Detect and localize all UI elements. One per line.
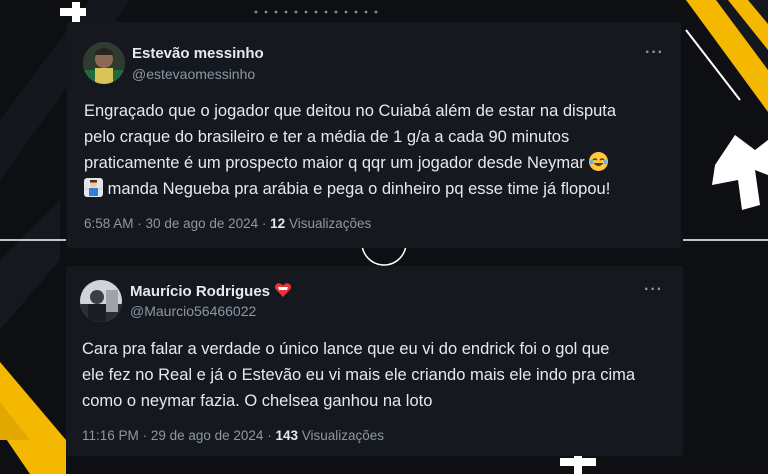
tweet-card[interactable]: Estevão messinho @estevaomessinho ··· En… (67, 22, 681, 248)
tweet-time[interactable]: 11:16 PM (82, 428, 139, 443)
avatar[interactable] (80, 280, 122, 322)
author-handle[interactable]: @Maurcio56466022 (130, 303, 256, 319)
laughing-tears-emoji (589, 152, 609, 171)
views-label: Visualizações (301, 428, 385, 443)
tweet-text: Cara pra falar a verdade o único lance q… (82, 336, 635, 414)
tweet-text-line: como o neymar fazia. O chelsea ganhou na… (82, 392, 433, 410)
views-count: 12 (270, 216, 286, 231)
tweet-meta: 11:16 PM · 29 de ago de 2024 · 143 Visua… (82, 428, 384, 443)
more-options-icon[interactable]: ··· (644, 281, 663, 299)
author-handle[interactable]: @estevaomessinho (132, 66, 255, 82)
separator-dot: · (137, 216, 146, 231)
tweet-time[interactable]: 6:58 AM (84, 216, 134, 231)
views-count: 143 (275, 428, 298, 443)
tweet-meta: 6:58 AM · 30 de ago de 2024 · 12 Visuali… (84, 216, 371, 231)
tweet-text-line: manda Negueba pra arábia e pega o dinhei… (84, 176, 616, 202)
tweet-text-line: pelo craque do brasileiro e ter a média … (84, 128, 570, 146)
author-name-row: Maurício Rodrigues (130, 282, 292, 301)
tweet-card[interactable]: Maurício Rodrigues @Maurcio56466022 ··· … (66, 266, 683, 456)
tweet-text-line: Cara pra falar a verdade o único lance q… (82, 340, 610, 358)
tweet-text-line: Engraçado que o jogador que deitou no Cu… (84, 102, 617, 120)
tweet-text-line: praticamente é um prospecto maior q qqr … (84, 150, 616, 176)
tweet-date[interactable]: 30 de ago de 2024 (146, 216, 259, 231)
author-name[interactable]: Maurício Rodrigues (130, 283, 270, 300)
author-name[interactable]: Estevão messinho (132, 45, 264, 62)
tweet-text-line: ele fez no Real e já o Estevão eu vi mai… (82, 366, 636, 384)
avatar-image (80, 280, 122, 322)
separator-dot: · (261, 216, 271, 231)
man-shrugging-emoji (84, 178, 103, 197)
separator-dot: · (142, 428, 151, 443)
heart-shield-emoji (274, 282, 292, 298)
tweet-date[interactable]: 29 de ago de 2024 (151, 428, 264, 443)
avatar-image (83, 42, 125, 84)
more-options-icon[interactable]: ··· (645, 44, 664, 62)
views-label: Visualizações (288, 216, 372, 231)
avatar[interactable] (83, 42, 125, 84)
tweet-text: Engraçado que o jogador que deitou no Cu… (84, 98, 616, 202)
